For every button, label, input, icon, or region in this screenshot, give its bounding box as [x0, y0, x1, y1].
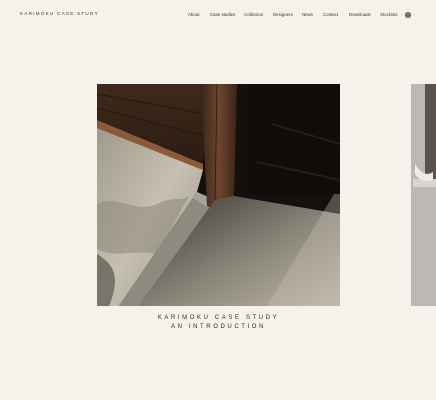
nav-item-contact[interactable]: Contact: [323, 11, 338, 19]
intro-title-line-1: KARIMOKU CASE STUDY: [157, 315, 280, 321]
next-slide-image[interactable]: [411, 84, 436, 306]
nav-item-news[interactable]: News: [302, 11, 313, 19]
nav-item-designers[interactable]: Designers: [273, 11, 293, 19]
nav-item-case-studies[interactable]: Case studies: [210, 11, 235, 19]
nav-item-about[interactable]: About: [188, 11, 199, 19]
site-header: KARIMOKU CASE STUDY About Case studies C…: [0, 0, 436, 30]
nav-item-stockists[interactable]: Stockists: [380, 11, 398, 19]
intro-title-line-2: AN INTRODUCTION: [171, 324, 266, 330]
hero-image: [97, 84, 340, 306]
page: KARIMOKU CASE STUDY About Case studies C…: [0, 0, 436, 400]
nav-item-downloads[interactable]: Downloads: [349, 11, 371, 19]
globe-icon[interactable]: [405, 12, 411, 18]
main-nav: About Case studies Collection Designers …: [188, 11, 418, 19]
nav-item-collection[interactable]: Collection: [244, 11, 263, 19]
site-logo[interactable]: KARIMOKU CASE STUDY: [20, 11, 99, 16]
